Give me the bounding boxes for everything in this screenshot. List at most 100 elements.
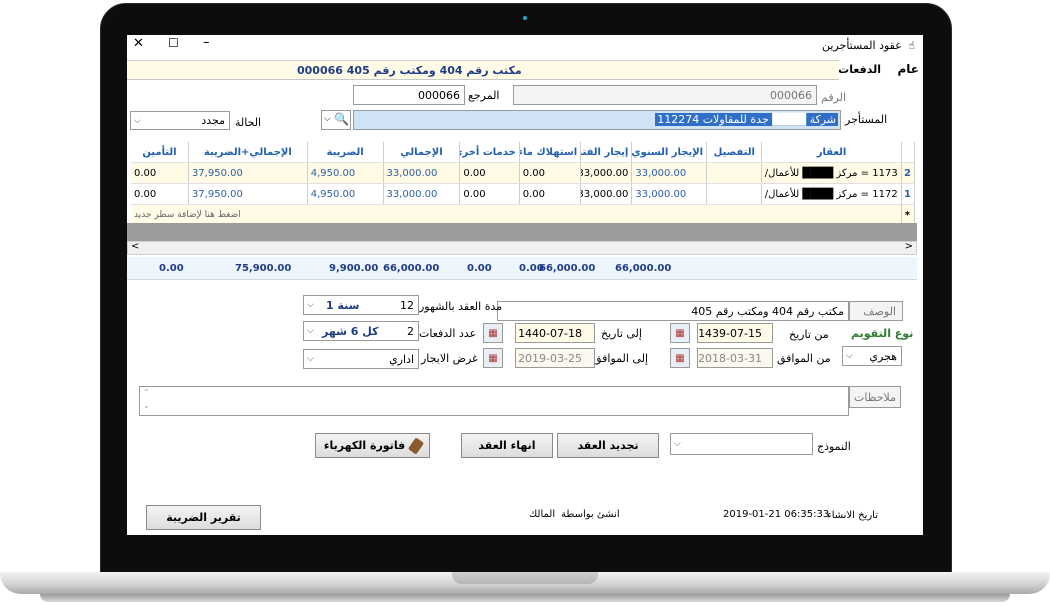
chevron-down-icon: ⌵ <box>134 115 141 126</box>
insurance-cell[interactable]: 0.00 <box>131 183 189 205</box>
property-cell[interactable]: 1172 = مركز ████ للأعمال/ مكتب رقم 04 مك… <box>761 183 902 205</box>
payments-label: عدد الدفعات <box>419 327 477 340</box>
annual-cell[interactable]: 33,000.00 <box>631 183 708 205</box>
renew-contract-button[interactable]: تجديد العقد <box>557 433 659 458</box>
column-header[interactable]: الضريبة <box>307 142 384 163</box>
column-header[interactable]: التفصيل <box>706 142 763 163</box>
column-header[interactable]: التأمين <box>131 142 189 163</box>
column-header[interactable]: الإجمالي+الضريبة <box>188 142 308 163</box>
electricity-invoice-label: فاتورة الكهرباء <box>323 439 406 452</box>
period-cell[interactable]: 33,000.00 <box>580 162 633 184</box>
payments-unit: كل 6 شهر <box>322 325 379 338</box>
column-header[interactable]: خدمات أخرى <box>459 142 520 163</box>
column-header[interactable]: إيجار الفترة <box>580 142 633 163</box>
status-label: الحالة <box>235 116 262 129</box>
end-contract-button[interactable]: انهاء العقد <box>461 433 553 458</box>
total-tax-cell: 37,950.00 <box>188 162 308 184</box>
total-water: 0.00 <box>519 263 544 274</box>
total-cell: 33,000.00 <box>383 183 461 205</box>
calendar-icon[interactable]: ▦ <box>670 323 690 343</box>
number-field[interactable]: 000066 <box>513 85 817 105</box>
water-cell[interactable]: 0.00 <box>519 183 582 205</box>
to-corr-label: إلى الموافق <box>593 352 649 365</box>
calendar-icon[interactable]: ▦ <box>670 348 690 368</box>
calendar-icon[interactable]: ▦ <box>483 348 503 368</box>
purpose-value: اداري <box>389 353 414 366</box>
number-value: 000066 <box>770 89 812 102</box>
chevron-down-icon: ⌵ <box>674 439 681 449</box>
minimize-button[interactable]: – <box>203 35 210 50</box>
detail-cell[interactable] <box>706 162 763 184</box>
tab-general[interactable]: عام <box>898 62 920 76</box>
created-value: 2019-01-21 06:35:33 <box>723 509 830 520</box>
from-corr-value: 2018-03-31 <box>698 352 762 365</box>
insurance-cell[interactable]: 0.00 <box>131 162 189 184</box>
total-tax-cell: 37,950.00 <box>188 183 308 205</box>
column-header[interactable]: العقار <box>761 142 902 163</box>
row-number: 1 <box>901 183 916 205</box>
other-cell[interactable]: 0.00 <box>459 162 520 184</box>
duration-select[interactable]: ⌵ 1 سنة 12 <box>303 295 419 315</box>
property-cell[interactable]: 1173 = مركز ████ للأعمال/ مكتب رقم 05 مك… <box>761 162 902 184</box>
calendar-icon[interactable]: ▦ <box>483 323 503 343</box>
calendar-type-value: هجري <box>869 350 897 363</box>
to-date-field[interactable]: 1440-07-18 <box>515 323 595 343</box>
table-row[interactable]: 1 1172 = مركز ████ للأعمال/ مكتب رقم 04 … <box>131 183 916 205</box>
total-total-tax: 75,900.00 <box>235 263 292 274</box>
total-total: 66,000.00 <box>383 263 440 274</box>
scroll-left-icon[interactable]: < <box>131 241 139 252</box>
reference-field[interactable]: 000066 <box>353 85 465 105</box>
search-icon: 🔍 <box>334 112 349 126</box>
purpose-select[interactable]: ⌵ اداري <box>303 349 419 369</box>
template-select[interactable]: ⌵ <box>670 433 813 455</box>
tenant-label: المستأجر <box>845 113 888 126</box>
grid-header: العقار التفصيل الإيجار السنوي إيجار الفت… <box>131 142 916 163</box>
column-header[interactable]: الإيجار السنوي <box>631 142 708 163</box>
duration-value: 12 <box>400 299 414 312</box>
other-cell[interactable]: 0.00 <box>459 183 520 205</box>
chevron-down-icon: ⌵ <box>307 354 314 364</box>
water-cell[interactable]: 0.00 <box>519 162 582 184</box>
detail-cell[interactable] <box>706 183 763 205</box>
total-period: 66,000.00 <box>615 263 672 274</box>
tax-report-button[interactable]: تقرير الضريبة <box>146 505 261 530</box>
table-row[interactable]: 2 1173 = مركز ████ للأعمال/ مكتب رقم 05 … <box>131 162 916 184</box>
camera-dot <box>523 16 527 20</box>
period-cell[interactable]: 33,000.00 <box>580 183 633 205</box>
status-select[interactable]: ⌵ مجدد <box>130 111 230 130</box>
close-button[interactable]: ✕ <box>133 36 144 51</box>
total-tax: 9,900.00 <box>329 263 379 274</box>
header-title: 000066 مكتب رقم 404 ومكتب رقم 405 <box>297 64 522 77</box>
horizontal-scrollbar[interactable]: < > <box>127 241 917 255</box>
electricity-invoice-button[interactable]: فاتورة الكهرباء <box>315 433 430 458</box>
reference-value: 000066 <box>418 89 460 102</box>
payments-select[interactable]: ⌵ كل 6 شهر 2 <box>303 321 419 341</box>
description-field[interactable]: مكتب رقم 404 ومكتب رقم 405 <box>497 301 849 321</box>
tenant-search-button[interactable]: ⌵ 🔍 <box>321 110 351 130</box>
from-date-field[interactable]: 1439-07-15 <box>697 323 773 343</box>
tab-payments[interactable]: الدفعات <box>838 63 881 76</box>
tenant-field[interactable]: 112274 شركة ████ جدة للمقاولات <box>353 110 841 130</box>
laptop-notch <box>452 572 598 584</box>
column-header[interactable]: الإجمالي <box>383 142 461 163</box>
row-number: 2 <box>901 162 916 184</box>
maximize-button[interactable]: ☐ <box>168 36 179 50</box>
template-label: النموذج <box>817 440 851 453</box>
column-header[interactable]: استهلاك ماء <box>519 142 582 163</box>
total-annual: 66,000.00 <box>539 263 596 274</box>
payments-value: 2 <box>407 325 414 338</box>
from-corr-field[interactable]: 2018-03-31 <box>697 348 773 368</box>
notes-field[interactable]: ⌃ ⌄ <box>139 386 849 416</box>
total-other: 0.00 <box>467 263 492 274</box>
contract-grid[interactable]: العقار التفصيل الإيجار السنوي إيجار الفت… <box>131 142 916 226</box>
calendar-type-select[interactable]: ⌵ هجري <box>842 346 902 366</box>
scroll-right-icon[interactable]: > <box>905 241 913 252</box>
chevron-down-icon: ⌵ <box>846 351 853 361</box>
to-corr-field[interactable]: 2019-03-25 <box>515 348 595 368</box>
chevron-down-icon: ⌵ <box>324 114 331 124</box>
created-label: تاريخ الانشاء <box>827 510 879 521</box>
scroll-up-icon[interactable]: ⌃ <box>143 388 150 397</box>
annual-cell[interactable]: 33,000.00 <box>631 162 708 184</box>
reference-label: المرجع <box>468 89 500 102</box>
scroll-down-icon[interactable]: ⌄ <box>143 401 150 410</box>
